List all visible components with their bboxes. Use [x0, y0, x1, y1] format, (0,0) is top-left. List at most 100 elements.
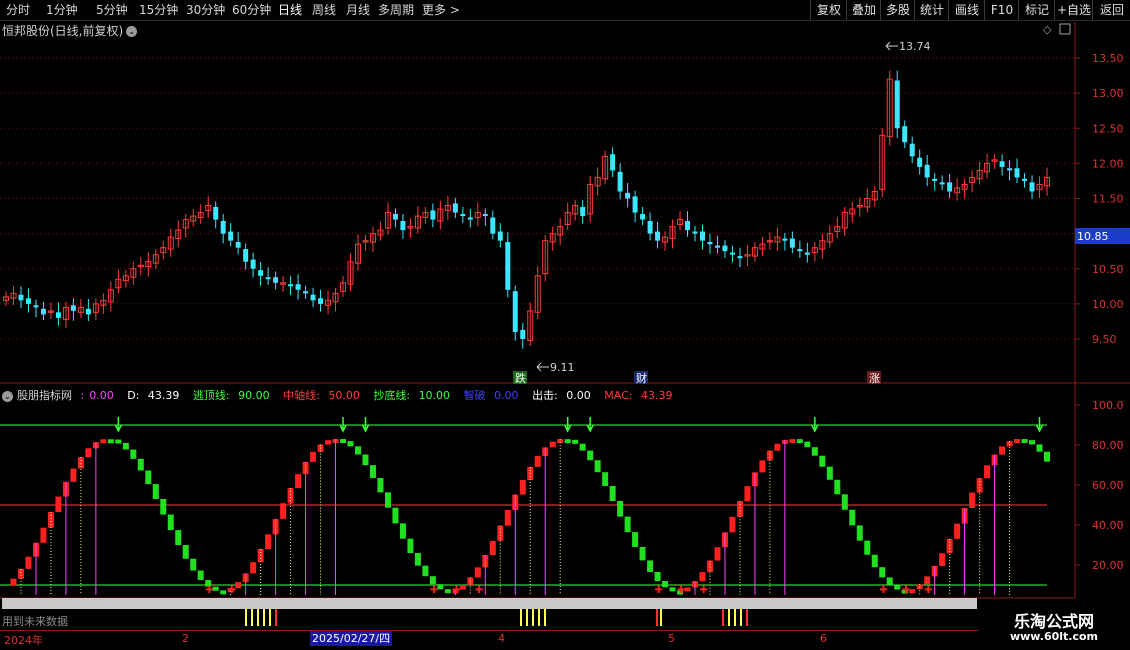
- candle-body-down: [1014, 168, 1020, 178]
- candle-body-down: [722, 245, 728, 252]
- signal-bar: [746, 609, 748, 626]
- marker-finance[interactable]: 财: [636, 371, 647, 385]
- indicator-bar-falling: [639, 546, 646, 561]
- indicator-bar-falling: [834, 479, 841, 495]
- month-label: 2: [182, 632, 189, 645]
- signal-bar: [538, 609, 540, 626]
- candle-body-down: [924, 164, 930, 178]
- signal-bar: [740, 609, 742, 626]
- indicator-bar-rising: [47, 512, 54, 528]
- indicator-bar-rising: [789, 439, 796, 444]
- indicator-bar-falling: [107, 439, 114, 444]
- field-break: 智破 0.00: [463, 389, 519, 402]
- candle-body-down: [497, 231, 503, 241]
- candle-body-down: [430, 210, 436, 220]
- indicator-bar-rising: [85, 448, 92, 458]
- candle-body-down: [932, 178, 938, 181]
- buy-marker: ✚: [430, 585, 438, 596]
- indicator-bar-falling: [1021, 439, 1028, 444]
- indicator-bar-falling: [654, 571, 661, 582]
- candle-body-down: [250, 259, 256, 269]
- indicator-bar-falling: [175, 530, 182, 546]
- window-toggle-icon[interactable]: [1059, 23, 1071, 35]
- field-top-line: 逃顶线: 90.00: [192, 389, 270, 402]
- buy-marker: ✚: [205, 585, 213, 596]
- future-data-note: 用到未来数据: [2, 615, 68, 628]
- current-price-label: 10.85: [1077, 230, 1109, 243]
- price-axis-label: 11.50: [1092, 193, 1124, 206]
- signal-bar: [656, 609, 658, 626]
- signal-bar: [263, 609, 265, 626]
- watermark-url: www.60lt.com: [1009, 630, 1099, 643]
- indicator-bar-falling: [152, 484, 159, 499]
- indicator-bar-rising: [235, 582, 242, 589]
- indicator-bar-rising: [489, 540, 496, 555]
- indicator-bar-rising: [1014, 439, 1021, 444]
- indicator-bar-falling: [145, 470, 152, 485]
- marker-fall[interactable]: 跌: [515, 371, 526, 385]
- month-label: 5: [668, 632, 675, 645]
- indicator-bar-rising: [280, 503, 287, 519]
- candle-body-down: [804, 252, 810, 255]
- indicator-bar-falling: [399, 523, 406, 539]
- candle-body-down: [999, 161, 1005, 167]
- month-label: 4: [498, 632, 505, 645]
- indicator-gridlines: [0, 404, 1080, 586]
- indicator-bar-rising: [25, 556, 32, 569]
- sell-arrow: [361, 417, 370, 433]
- chart-canvas: 13.5013.0012.5012.0011.5011.0010.5010.00…: [0, 22, 1130, 626]
- indicator-bar-falling: [1044, 451, 1050, 462]
- month-label: 6: [820, 632, 827, 645]
- indicator-series: ✚ ✚ ✚ ✚ ✚ ✚ ✚ ✚ ✚ ✚ ✚: [10, 417, 1050, 596]
- high-annotation-arrow: [885, 41, 898, 51]
- indicator-bar-rising: [729, 516, 736, 533]
- indicator-axis-label: 100.0: [1092, 399, 1124, 412]
- current-date-label: 2025/02/27/四: [310, 631, 393, 646]
- indicator-bar-falling: [587, 450, 594, 461]
- indicator-bar-falling: [894, 584, 901, 590]
- buy-marker: ✚: [452, 585, 460, 596]
- indicator-bar-falling: [377, 477, 384, 493]
- candle-body-down: [318, 298, 324, 304]
- high-price-annotation: 13.74: [899, 40, 931, 53]
- indicator-bar-rising: [909, 589, 916, 594]
- indicator-bar-falling: [130, 449, 137, 459]
- indicator-bar-falling: [429, 576, 436, 585]
- indicator-bar-falling: [422, 565, 429, 577]
- sell-arrow: [586, 417, 594, 433]
- buy-marker: ✚: [902, 585, 910, 596]
- indicator-bar-falling: [662, 581, 669, 588]
- indicator-bar-rising: [999, 446, 1006, 455]
- indicator-axis-label: 40.00: [1092, 519, 1124, 532]
- candle-body-down: [797, 249, 803, 252]
- indicator-bar-falling: [182, 545, 189, 559]
- low-price-annotation: 9.11: [550, 361, 575, 374]
- indicator-bar-rising: [265, 534, 272, 550]
- indicator-bar-rising: [55, 496, 62, 513]
- month-label: 2024年: [4, 634, 43, 647]
- diamond-icon[interactable]: ◇: [1043, 23, 1052, 36]
- candle-body-down: [625, 192, 631, 199]
- candle-body-down: [617, 171, 623, 192]
- chevron-down-icon[interactable]: ⌄: [2, 390, 13, 402]
- candle-body-down: [1022, 178, 1028, 181]
- candle-body-down: [452, 203, 458, 213]
- indicator-axis-labels: 100.0 80.00 60.00 40.00 20.00: [1092, 399, 1124, 572]
- indicator-bar-falling: [841, 494, 848, 510]
- candle-body-down: [692, 231, 698, 234]
- buy-marker: ✚: [228, 585, 236, 596]
- indicator-bar-falling: [437, 584, 444, 590]
- price-axis-label: 12.00: [1092, 157, 1124, 170]
- indicator-bar-falling: [864, 540, 871, 555]
- candle-body-down: [580, 206, 586, 217]
- marker-rise[interactable]: 涨: [869, 372, 880, 385]
- signal-bar: [532, 609, 534, 626]
- candle-body-down: [729, 252, 735, 255]
- candle-body-down: [714, 245, 720, 248]
- indicator-bar-rising: [924, 576, 931, 585]
- candle-body-down: [265, 277, 271, 280]
- candle-body-down: [258, 270, 264, 276]
- candle-body-down: [917, 157, 923, 167]
- candle-body-down: [699, 231, 705, 241]
- candle-body-down: [640, 213, 646, 220]
